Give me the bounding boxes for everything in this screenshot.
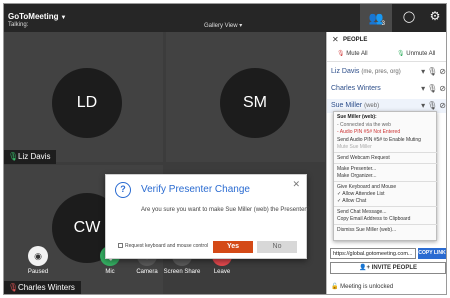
video-stage: LD SM CW 🎙Liz Davis 🎙Charles Winters ◉ P… — [4, 32, 325, 294]
camera-label: Camera — [136, 269, 158, 275]
view-label: Gallery View — [204, 23, 238, 29]
chat-icon[interactable]: ◯ — [402, 10, 416, 24]
verify-presenter-dialog: ? Verify Presenter Change ✕ Are you sure… — [105, 174, 310, 259]
chevron-down-icon[interactable]: ▾ — [421, 84, 425, 93]
gear-icon[interactable]: ⚙ — [428, 9, 442, 23]
participant-name-tag: 🎙Liz Davis — [4, 150, 57, 164]
people-tab[interactable]: 👥 3 — [360, 4, 392, 32]
attendee-row[interactable]: Charles Winters ▾ 🎙 ⊘ — [327, 82, 446, 96]
lock-open-icon: 🔓 — [331, 284, 339, 290]
mute-all-label: Mute All — [346, 51, 368, 57]
mic-on-icon: 🎙 — [397, 51, 405, 57]
invite-people-button[interactable]: 👤+ INVITE PEOPLE — [330, 262, 446, 274]
context-menu-item[interactable]: Make Presenter... — [334, 166, 438, 172]
attendee-icons: ▾ 🎙 ⊘ — [419, 84, 446, 93]
context-menu-item[interactable]: ✓ Allow Attendee List — [334, 191, 438, 197]
dialog-title: Verify Presenter Change — [141, 184, 250, 195]
mic-on-icon: 🎙 — [8, 152, 19, 161]
context-menu-item[interactable]: Dismiss Sue Miller (web)... — [334, 227, 438, 233]
close-icon[interactable]: ✕ — [332, 35, 339, 44]
yes-button[interactable]: Yes — [213, 241, 253, 253]
mic-icon[interactable]: 🎙 — [427, 84, 437, 93]
chevron-down-icon[interactable]: ▾ — [421, 67, 425, 76]
context-menu-item[interactable]: Copy Email Address to Clipboard — [334, 216, 438, 222]
unmute-all-label: Unmute All — [406, 51, 436, 57]
video-tile[interactable]: LD — [4, 32, 163, 162]
mic-icon[interactable]: 🎙 — [427, 67, 437, 76]
camera-off-icon[interactable]: ⊘ — [439, 101, 446, 110]
attendee-name: Liz Davis (me, pres, org) — [331, 68, 401, 75]
participant-name: Liz Davis — [18, 152, 51, 161]
attendee-name-text: Charles Winters — [331, 85, 381, 92]
pause-button[interactable]: ◉ Paused — [18, 246, 58, 275]
leave-label: Leave — [213, 269, 231, 275]
menu-divider — [334, 152, 438, 153]
pause-icon: ◉ — [28, 246, 48, 266]
context-menu-item[interactable]: Send Webcam Request — [334, 155, 438, 161]
context-menu-item[interactable]: Send Chat Message... — [334, 209, 438, 215]
lock-status[interactable]: 🔓 Meeting is unlocked — [331, 283, 393, 290]
pause-label: Paused — [27, 269, 49, 275]
invite-label: INVITE PEOPLE — [371, 265, 417, 271]
context-menu-item: - Connected via the web — [337, 122, 391, 128]
attendee-role: (web) — [364, 103, 380, 109]
meeting-link-row: COPY LINK — [330, 248, 446, 260]
context-menu-item[interactable]: Give Keyboard and Mouse — [334, 184, 438, 190]
participant-name-tag: 🎙Charles Winters — [4, 281, 81, 294]
mic-icon[interactable]: 🎙 — [427, 101, 437, 110]
mic-label: Mic — [105, 269, 115, 275]
view-selector[interactable]: Gallery View ▾ — [204, 22, 242, 29]
add-user-icon: 👤+ — [359, 265, 370, 271]
sub-bar: Talking: Gallery View ▾ — [4, 17, 324, 33]
mic-muted-icon: 🎙 — [337, 51, 345, 57]
camera-off-icon[interactable]: ⊘ — [439, 84, 446, 93]
dialog-message: Are you sure you want to make Sue Miller… — [141, 207, 310, 213]
panel-title: PEOPLE — [343, 37, 368, 43]
context-menu-item[interactable]: Send Audio PIN #5# to Enable Muting — [334, 137, 438, 143]
attendee-row[interactable]: Liz Davis (me, pres, org) ▾ 🎙 ⊘ — [327, 65, 446, 79]
checkbox-box[interactable] — [118, 243, 123, 249]
attendee-name-text: Sue Miller — [331, 102, 363, 109]
video-tile[interactable]: SM — [166, 32, 325, 162]
mute-all-button[interactable]: 🎙 Mute All — [337, 50, 368, 57]
attendee-icons: ▾ 🎙 ⊘ — [419, 67, 446, 76]
menu-divider — [334, 163, 438, 164]
attendee-icons: ▾ 🎙 ⊘ — [419, 101, 446, 110]
menu-divider — [334, 181, 438, 182]
avatar: LD — [52, 68, 122, 138]
checkbox-label: Request keyboard and mouse control — [125, 243, 209, 249]
talking-indicator: Talking: — [8, 22, 29, 28]
screen-share-label: Screen Share — [163, 269, 201, 275]
avatar: SM — [220, 68, 290, 138]
attendee-role: (me, pres, org) — [361, 69, 401, 75]
chevron-down-icon: ▾ — [239, 23, 243, 29]
context-menu-item: Mute Sue Miller — [337, 144, 372, 150]
context-menu-item: Sue Miller (web): — [337, 114, 377, 120]
menu-divider — [334, 224, 438, 225]
camera-off-icon[interactable]: ⊘ — [439, 67, 446, 76]
mic-muted-icon: 🎙 — [8, 283, 19, 292]
meeting-link-input[interactable] — [330, 248, 416, 259]
context-menu-item: - Audio PIN #5# Not Entered — [337, 129, 401, 135]
close-icon[interactable]: ✕ — [292, 179, 300, 190]
participant-name: Charles Winters — [18, 283, 75, 292]
menu-divider — [334, 206, 438, 207]
context-menu-item[interactable]: Make Organizer... — [334, 173, 438, 179]
attendee-name: Charles Winters — [331, 85, 381, 92]
lock-status-label: Meeting is unlocked — [340, 284, 394, 290]
question-icon: ? — [115, 182, 131, 198]
unmute-all-button[interactable]: 🎙 Unmute All — [397, 50, 435, 57]
no-button[interactable]: No — [257, 241, 297, 253]
copy-link-button[interactable]: COPY LINK — [418, 248, 446, 259]
chevron-down-icon[interactable]: ▾ — [421, 101, 425, 110]
request-control-checkbox[interactable]: Request keyboard and mouse control — [118, 243, 208, 249]
divider — [327, 61, 446, 62]
attendee-context-menu: Sue Miller (web): - Connected via the web… — [333, 111, 438, 241]
attendee-name-text: Liz Davis — [331, 68, 360, 75]
attendee-name: Sue Miller (web) — [331, 102, 379, 109]
context-menu-item[interactable]: ✓ Allow Chat — [334, 198, 438, 204]
